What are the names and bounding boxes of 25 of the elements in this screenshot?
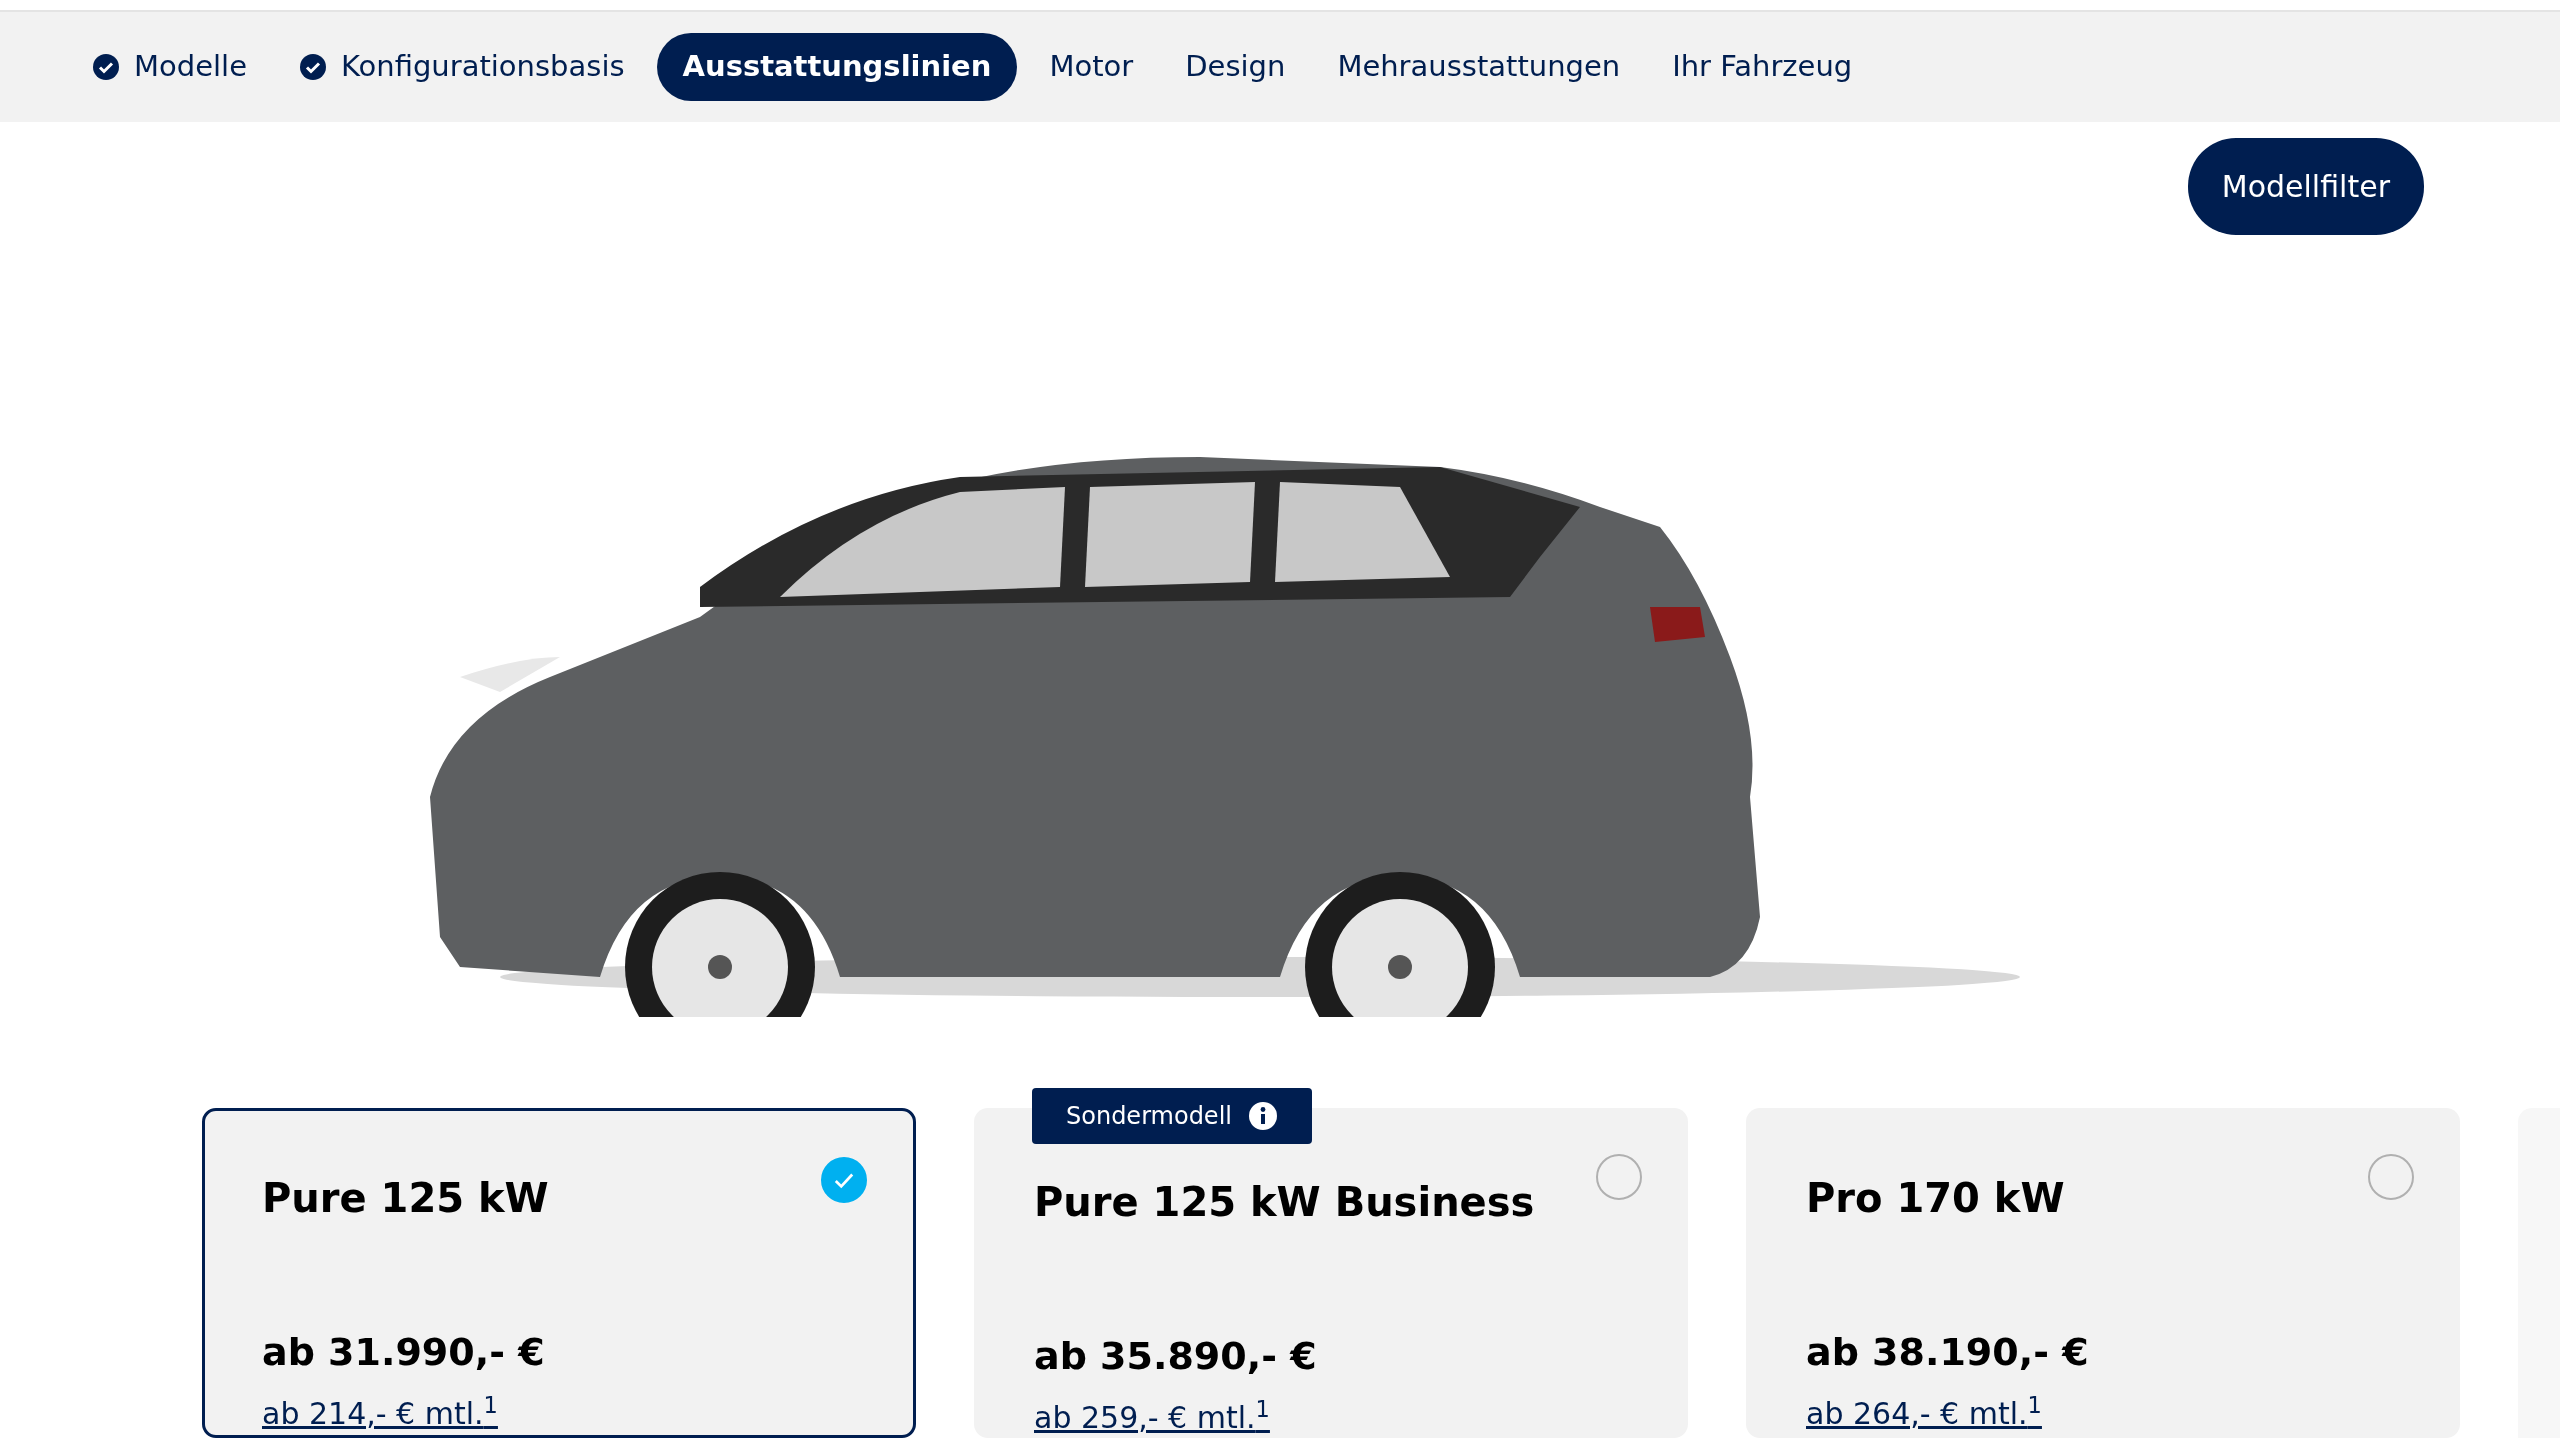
step-tab[interactable]: Mehrausstattungen bbox=[1311, 33, 1647, 101]
price: ab 38.190,- € bbox=[1806, 1329, 2090, 1376]
trim-card[interactable]: Pure 125 kW ab 31.990,- € ab 214,- € mtl.$^{1}$ bbox=[202, 1108, 916, 1438]
step-tab[interactable]: Motor bbox=[1023, 33, 1160, 101]
check-circle-icon bbox=[92, 53, 120, 81]
check-circle-icon bbox=[299, 53, 327, 81]
price: ab 35.890,- € bbox=[1034, 1333, 1318, 1380]
radio-button[interactable] bbox=[2368, 1154, 2414, 1200]
step-tab[interactable]: Ihr Fahrzeug bbox=[1646, 33, 1879, 101]
radio-button[interactable] bbox=[1596, 1154, 1642, 1200]
trim-card[interactable]: Pro 170 kW ab 38.190,- € ab 264,- € mtl.$^{1}$ bbox=[1746, 1108, 2460, 1438]
radio-button[interactable] bbox=[821, 1157, 867, 1203]
model-filter-button[interactable]: Modellfilter bbox=[2187, 138, 2424, 235]
price: ab 31.990,- € bbox=[262, 1329, 546, 1376]
step-tab[interactable]: Modelle bbox=[66, 33, 273, 101]
trim-name: Pro 170 kW bbox=[1806, 1174, 2066, 1223]
step-tab[interactable]: Ausstattungslinien bbox=[656, 33, 1018, 101]
info-icon[interactable] bbox=[1248, 1101, 1278, 1131]
trim-name: Pure 125 kW bbox=[262, 1174, 550, 1223]
monthly-rate-link[interactable]: ab 264,- € mtl.$^{1}$ bbox=[1806, 1391, 2042, 1436]
step-tab[interactable]: Design bbox=[1159, 33, 1312, 101]
monthly-rate-link[interactable]: ab 259,- € mtl.$^{1}$ bbox=[1034, 1395, 1270, 1440]
monthly-rate-link[interactable]: ab 214,- € mtl.$^{1}$ bbox=[262, 1391, 498, 1436]
step-tab[interactable]: Konfigurationsbasis bbox=[273, 33, 651, 101]
trim-name: Pure 125 kW Business bbox=[1034, 1178, 1536, 1227]
